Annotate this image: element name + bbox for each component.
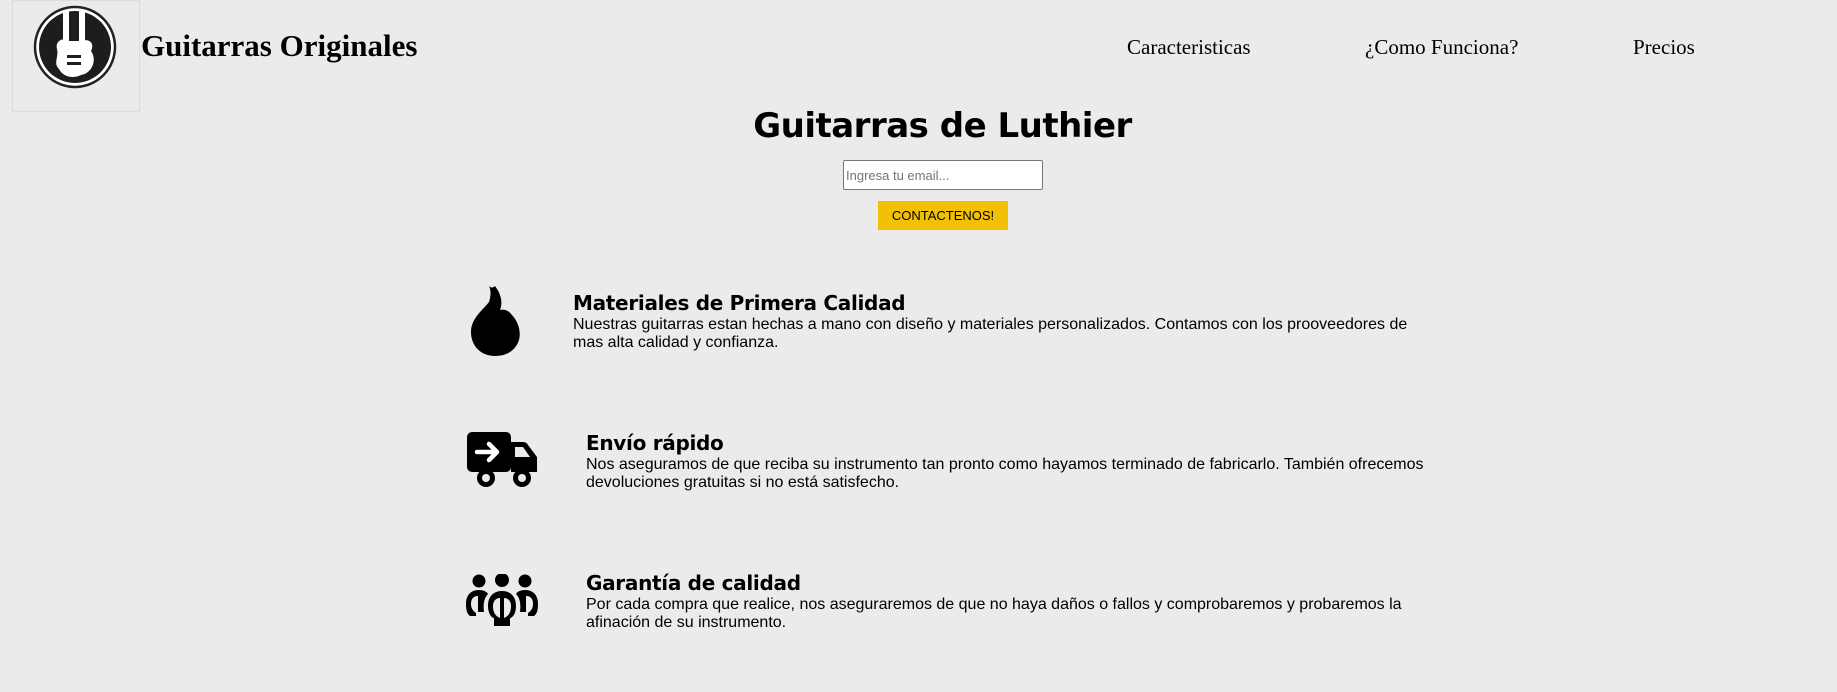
guitar-logo-icon[interactable] <box>33 5 117 89</box>
feature-title: Garantía de calidad <box>586 571 801 595</box>
fire-icon <box>471 286 520 356</box>
email-input[interactable] <box>843 160 1043 190</box>
shipping-truck-icon <box>467 432 537 487</box>
feature-description: Nos aseguramos de que reciba su instrume… <box>586 456 1424 491</box>
hero-title: Guitarras de Luthier <box>753 106 1132 146</box>
nav-link-como-funciona[interactable]: ¿Como Funciona? <box>1365 35 1518 60</box>
feature-title: Envío rápido <box>586 431 724 455</box>
feature-title: Materiales de Primera Calidad <box>573 291 906 315</box>
feature-description: Nuestras guitarras estan hechas a mano c… <box>573 316 1408 351</box>
contact-button[interactable]: CONTACTENOS! <box>878 201 1008 230</box>
feature-description: Por cada compra que realice, nos asegura… <box>586 596 1402 631</box>
nav-link-caracteristicas[interactable]: Caracteristicas <box>1127 35 1251 60</box>
brand-name: Guitarras Originales <box>141 28 418 63</box>
nav-link-precios[interactable]: Precios <box>1633 35 1695 60</box>
users-icon <box>466 574 538 626</box>
